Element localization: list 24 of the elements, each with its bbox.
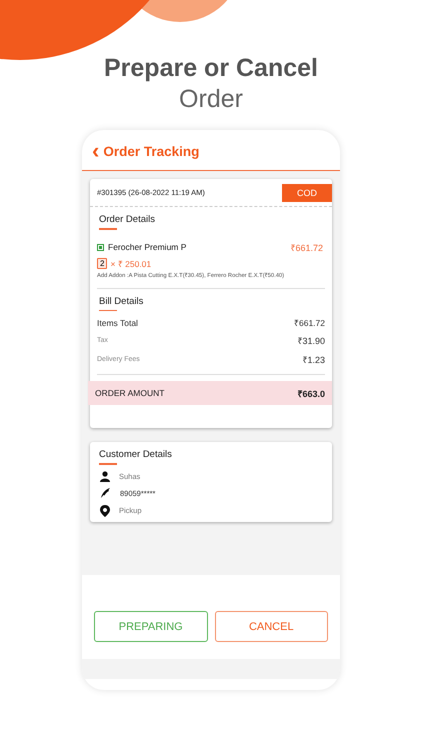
back-button[interactable]: ‹: [92, 140, 100, 162]
bill-value: ₹31.90: [297, 335, 325, 348]
cancel-button[interactable]: CANCEL: [214, 611, 328, 642]
item-name: Ferocher Premium P: [108, 242, 188, 252]
total-value: ₹663.0: [297, 388, 325, 400]
section-title: Order Details: [99, 214, 155, 225]
bill-value: ₹661.72: [294, 317, 325, 328]
item-price: ₹661.72: [290, 242, 323, 254]
payment-badge: COD: [282, 184, 332, 202]
bill-value: ₹1.23: [302, 354, 325, 366]
preparing-button[interactable]: PREPARING: [94, 611, 208, 642]
section-title: Customer Details: [99, 449, 172, 460]
quantity-badge: 2: [97, 258, 108, 268]
total-label: ORDER AMOUNT: [95, 388, 164, 398]
screen-title: Order Tracking: [103, 144, 200, 158]
bill-label: Items Total: [97, 318, 138, 328]
headline: Prepare or Cancel: [103, 53, 319, 84]
person-icon: [100, 470, 110, 482]
section-title: Bill Details: [99, 296, 144, 307]
location-pin-icon: [100, 504, 110, 516]
veg-icon: [97, 244, 104, 250]
unit-price: × ₹ 250.01: [110, 258, 152, 268]
headline-subtitle: Order: [178, 84, 244, 114]
phone-icon: [100, 488, 111, 498]
